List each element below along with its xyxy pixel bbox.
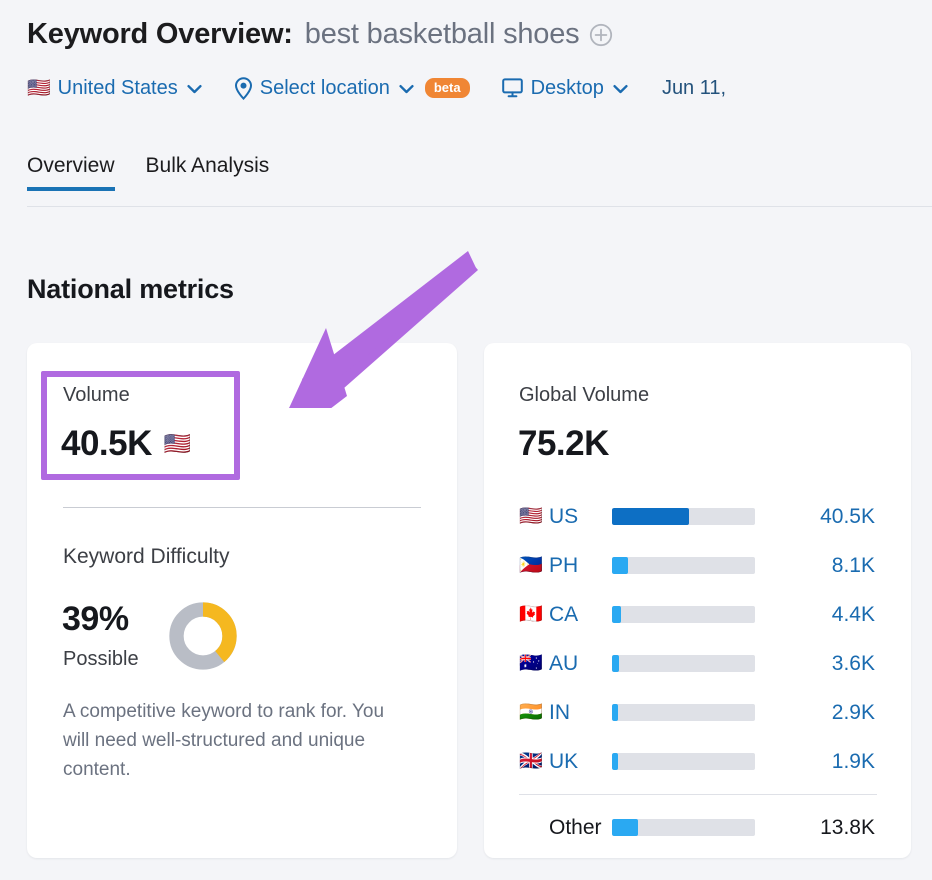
volume-value-label: 2.9K — [755, 701, 877, 725]
volume-value: 40.5K — [61, 424, 152, 464]
country-code-label: AU — [549, 652, 612, 676]
country-row[interactable]: 🇵🇭PH 8.1K — [519, 541, 877, 590]
us-flag-icon: 🇺🇸 — [27, 79, 51, 98]
country-flag-icon: 🇵🇭 — [519, 556, 549, 575]
location-selector-label: Select location — [260, 77, 390, 100]
country-code-label: UK — [549, 750, 612, 774]
country-selector[interactable]: 🇺🇸 United States — [27, 77, 202, 100]
chevron-down-icon — [399, 77, 414, 100]
chevron-down-icon — [613, 77, 628, 100]
volume-bar-fill — [612, 704, 618, 721]
country-code-label: PH — [549, 554, 612, 578]
country-flag-icon: 🇨🇦 — [519, 605, 549, 624]
volume-bar-fill — [612, 508, 689, 525]
keyword-difficulty-value: 39% — [62, 600, 129, 639]
global-volume-value: 75.2K — [518, 424, 609, 464]
date-label: Jun 11, — [662, 77, 726, 100]
volume-bar-track — [612, 508, 755, 525]
country-code-label: Other — [549, 816, 612, 840]
country-code-label: US — [549, 505, 612, 529]
tab-overview-label: Overview — [27, 154, 115, 177]
country-flag-icon: 🇦🇺 — [519, 654, 549, 673]
location-selector[interactable]: Select location beta — [234, 77, 470, 100]
volume-bar-fill — [612, 557, 628, 574]
device-selector-label: Desktop — [531, 77, 604, 100]
volume-bar-track — [612, 655, 755, 672]
global-volume-country-list: 🇺🇸US 40.5K 🇵🇭PH 8.1K 🇨🇦CA 4.4K 🇦🇺AU 3.6K 🇮🇳IN 2.9… — [519, 492, 877, 852]
volume-value-label: 1.9K — [755, 750, 877, 774]
global-volume-label: Global Volume — [519, 384, 649, 407]
page-title-prefix: Keyword Overview: — [27, 18, 293, 51]
country-code-label: IN — [549, 701, 612, 725]
volume-bar-track — [612, 753, 755, 770]
tab-bulk-analysis[interactable]: Bulk Analysis — [146, 154, 270, 191]
tab-overview[interactable]: Overview — [27, 154, 115, 191]
page-title: Keyword Overview: best basketball shoes — [27, 18, 613, 51]
tab-bar: Overview Bulk Analysis — [27, 154, 269, 191]
volume-label: Volume — [63, 384, 130, 407]
volume-bar-track — [612, 606, 755, 623]
tab-bulk-analysis-label: Bulk Analysis — [146, 154, 270, 177]
us-flag-icon: 🇺🇸 — [164, 433, 191, 455]
country-row[interactable]: 🇺🇸US 40.5K — [519, 492, 877, 541]
volume-bar-fill — [612, 819, 638, 836]
section-title: National metrics — [27, 274, 234, 305]
volume-value-label: 4.4K — [755, 603, 877, 627]
keyword-difficulty-description: A competitive keyword to rank for. You w… — [63, 697, 415, 784]
volume-value-label: 13.8K — [755, 816, 877, 840]
keyword-difficulty-label: Keyword Difficulty — [63, 545, 230, 569]
keyword-difficulty-donut-chart — [168, 601, 238, 671]
volume-value-label: 8.1K — [755, 554, 877, 578]
country-row[interactable]: Other 13.8K — [519, 803, 877, 852]
country-selector-label: United States — [58, 77, 178, 100]
map-pin-icon — [234, 77, 253, 100]
volume-value-label: 3.6K — [755, 652, 877, 676]
filter-bar: 🇺🇸 United States Select location beta — [27, 73, 726, 103]
volume-value-label: 40.5K — [755, 505, 877, 529]
tab-bar-divider — [27, 206, 932, 207]
country-row[interactable]: 🇬🇧UK 1.9K — [519, 737, 877, 786]
volume-bar-track — [612, 704, 755, 721]
volume-bar-track — [612, 557, 755, 574]
volume-bar-fill — [612, 655, 619, 672]
page-title-keyword: best basketball shoes — [305, 18, 580, 51]
volume-bar-fill — [612, 606, 621, 623]
volume-bar-track — [612, 819, 755, 836]
page-header: Keyword Overview: best basketball shoes … — [0, 0, 932, 207]
keyword-difficulty-status: Possible — [63, 648, 139, 671]
country-row[interactable]: 🇮🇳IN 2.9K — [519, 688, 877, 737]
country-code-label: CA — [549, 603, 612, 627]
monitor-icon — [502, 78, 523, 98]
country-row[interactable]: 🇦🇺AU 3.6K — [519, 639, 877, 688]
chevron-down-icon — [187, 77, 202, 100]
volume-value-row: 40.5K 🇺🇸 — [61, 424, 191, 464]
beta-badge: beta — [425, 78, 470, 98]
country-flag-icon: 🇮🇳 — [519, 703, 549, 722]
country-list-divider — [519, 794, 877, 795]
card-divider — [63, 507, 421, 508]
country-row[interactable]: 🇨🇦CA 4.4K — [519, 590, 877, 639]
country-flag-icon: 🇺🇸 — [519, 507, 549, 526]
country-flag-icon: 🇬🇧 — [519, 752, 549, 771]
device-selector[interactable]: Desktop — [502, 77, 628, 100]
plus-circle-icon[interactable] — [589, 23, 613, 47]
volume-bar-fill — [612, 753, 618, 770]
